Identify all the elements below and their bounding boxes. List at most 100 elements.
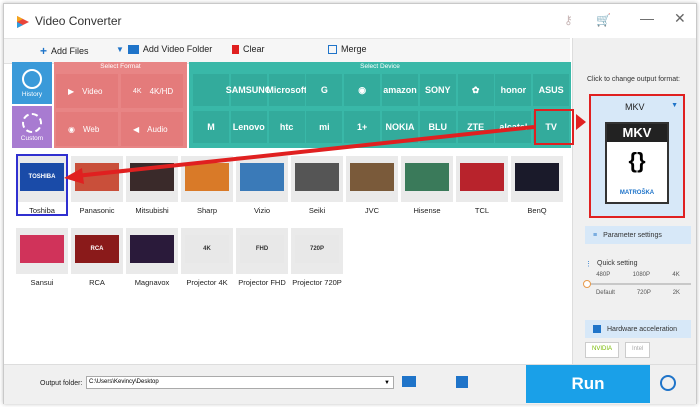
device-label: JVC [364, 206, 380, 215]
device-card-sansui[interactable]: Sansui [12, 224, 72, 294]
device-card-panasonic[interactable]: Panasonic [67, 152, 127, 222]
quality-bottom-labels: Default 720P 2K [585, 290, 691, 296]
format-web-label: Web [82, 124, 100, 134]
device-card-magnavox[interactable]: Magnavox [122, 224, 182, 294]
device-label: Sharp [196, 206, 217, 215]
history-button[interactable]: History [12, 62, 52, 104]
device-card-projector-fhd[interactable]: FHD Projector FHD [232, 224, 292, 294]
sony-logo-label: SONY [425, 85, 451, 95]
google-icon[interactable]: G [306, 74, 343, 106]
key-icon[interactable]: ⚷ [564, 13, 573, 27]
device-card-sharp[interactable]: Sharp [177, 152, 237, 222]
device-thumbnail [71, 156, 123, 202]
format-web[interactable]: ◉ Web [56, 112, 118, 146]
custom-gear-icon [22, 113, 42, 133]
motorola-icon[interactable]: ◉ [344, 74, 381, 106]
device-card-tcl[interactable]: TCL [452, 152, 512, 222]
merge-icon [328, 44, 337, 54]
format-video-label: Video [82, 86, 103, 96]
device-thumbnail [16, 228, 68, 274]
nokia-logo-label: NOKIA [385, 122, 415, 132]
output-format-box[interactable]: MKV ▼ MKV {} MATROŠKA [589, 94, 685, 218]
clear-button[interactable]: Clear [232, 44, 265, 54]
thumbnail-text: RCA [90, 246, 104, 252]
device-label: Panasonic [79, 206, 115, 215]
amazon-logo[interactable]: amazon [382, 74, 418, 106]
nvidia-badge[interactable]: NVIDIA [585, 342, 620, 358]
add-files-button[interactable]: + Add Files [40, 44, 89, 58]
quality-480p: 480P [596, 272, 611, 278]
intel-badge[interactable]: Intel [625, 342, 651, 358]
parameter-settings-button[interactable]: ≡ Parameter settings [585, 226, 691, 244]
format-audio[interactable]: ◀ Audio [121, 112, 183, 146]
huawei-icon[interactable]: ✿ [457, 74, 494, 106]
run-button[interactable]: Run [526, 365, 650, 403]
close-button[interactable]: ✕ [674, 10, 686, 27]
mi-logo[interactable]: mi [306, 111, 343, 143]
device-card-seiki[interactable]: Seiki [287, 152, 347, 222]
format-video[interactable]: ▶ Video [56, 74, 118, 108]
amazon-logo-label: amazon [383, 85, 417, 95]
output-folder-input[interactable]: C:\Users\Kevincy\Desktop ▼ [86, 376, 394, 389]
blu-logo[interactable]: BLU [419, 111, 456, 143]
format-4khd[interactable]: 4K 4K/HD [121, 74, 183, 108]
merge-button[interactable]: Merge [328, 44, 367, 54]
nokia-logo[interactable]: NOKIA [382, 111, 418, 143]
alarm-clock-icon[interactable] [660, 375, 676, 391]
mkv-badge-bottom: MATROŠKA [619, 190, 655, 196]
quality-slider-thumb[interactable] [583, 280, 591, 288]
device-card-projector-720p[interactable]: 720P Projector 720P [287, 224, 347, 294]
apple-icon[interactable] [193, 74, 229, 106]
format-header: Select Format [100, 63, 141, 70]
device-card-projector-4k[interactable]: 4K Projector 4K [177, 224, 237, 294]
device-label: Mitsubishi [135, 206, 169, 215]
device-label: RCA [89, 278, 105, 287]
quality-720p: 720P [636, 290, 651, 296]
mkv-badge-top: MKV [607, 124, 667, 142]
add-files-label: Add Files [51, 46, 89, 56]
minimize-button[interactable]: — [640, 10, 654, 26]
google-icon-label: G [320, 85, 328, 95]
output-panel: Click to change output format: MKV ▼ MKV… [572, 38, 696, 366]
folder-dropdown-icon[interactable]: ▼ [384, 378, 390, 389]
title-bar: Video Converter ⚷ 🛒 — ✕ [4, 4, 696, 38]
device-card-mitsubishi[interactable]: Mitsubishi [122, 152, 182, 222]
device-thumbnail: RCA [71, 228, 123, 274]
alcatel-logo[interactable]: alcatel [495, 111, 532, 143]
browse-folder-icon[interactable] [402, 376, 416, 387]
oneplus-icon[interactable]: 1+ [344, 111, 381, 143]
device-card-rca[interactable]: RCA RCA [67, 224, 127, 294]
device-thumbnail [126, 228, 178, 274]
device-card-vizio[interactable]: Vizio [232, 152, 292, 222]
hardware-acceleration-button[interactable]: Hardware acceleration [585, 320, 691, 338]
selection-panel: History Custom Select Format ▶ Video 4K 4K… [12, 62, 571, 150]
oneplus-icon-label: 1+ [357, 122, 368, 132]
device-card-hisense[interactable]: Hisense [397, 152, 457, 222]
asus-logo[interactable]: ASUS [533, 74, 570, 106]
htc-logo[interactable]: htc [268, 111, 305, 143]
microsoft-logo[interactable]: Microsoft [266, 74, 307, 106]
cart-icon[interactable]: 🛒 [596, 13, 611, 27]
lenovo-logo[interactable]: Lenovo [230, 111, 267, 143]
sony-logo[interactable]: SONY [419, 74, 456, 106]
add-video-folder-label: Add Video Folder [142, 44, 213, 54]
custom-label: Custom [20, 135, 44, 142]
device-card-benq[interactable]: BenQ [507, 152, 567, 222]
sliders-icon: ⋮ [585, 261, 592, 268]
device-card-jvc[interactable]: JVC [342, 152, 402, 222]
device-grid: TOSHIBA Toshiba Panasonic Mitsubishi Sharp Vi… [12, 152, 563, 362]
device-thumbnail [346, 156, 398, 202]
tv-screen-icon [240, 163, 284, 191]
add-video-folder-button[interactable]: ▼ Add Video Folder [116, 44, 212, 54]
zte-logo-label: ZTE [467, 122, 485, 132]
custom-button[interactable]: Custom [12, 106, 52, 148]
htc-logo-label: htc [279, 122, 294, 132]
quality-slider[interactable] [583, 280, 691, 288]
honor-logo[interactable]: honor [495, 74, 532, 106]
zte-logo[interactable]: ZTE [457, 111, 494, 143]
clear-label: Clear [243, 44, 265, 54]
tv-screen-icon [405, 163, 449, 191]
motorola-icon[interactable]: M [193, 111, 229, 143]
samsung-logo[interactable]: SAMSUNG [226, 74, 272, 106]
open-folder-icon[interactable] [456, 376, 468, 388]
